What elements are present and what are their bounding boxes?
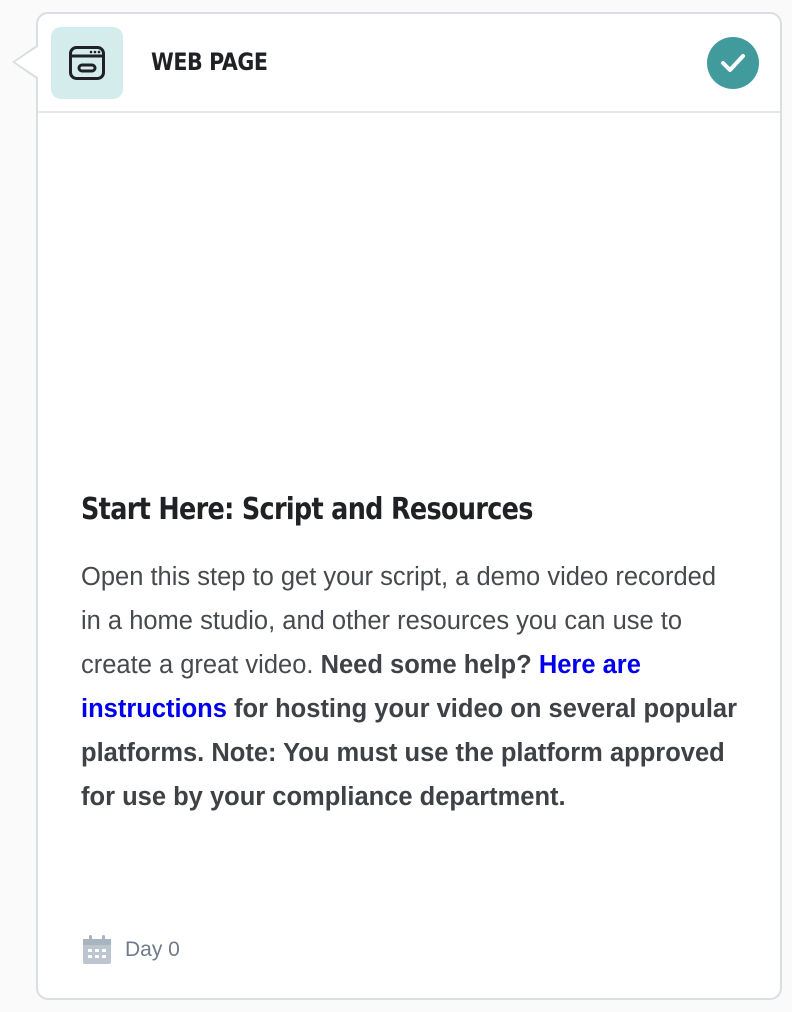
step-type-label: WEB PAGE (151, 48, 268, 76)
day-label: Day 0 (125, 938, 180, 961)
step-header: WEB PAGE (38, 14, 780, 113)
help-prompt: Need some help? (320, 651, 532, 679)
step-description: Open this step to get your script, a dem… (81, 555, 741, 819)
check-icon (721, 54, 745, 72)
completed-badge (707, 37, 759, 89)
calendar-icon (83, 935, 111, 964)
card-pointer-fill (15, 46, 39, 78)
step-type-tile (51, 27, 123, 99)
step-footer: Day 0 (81, 934, 180, 966)
browser-window-icon (69, 46, 105, 80)
step-card[interactable]: WEB PAGE Start Here: Script and Resource… (15, 12, 782, 1000)
step-title: Start Here: Script and Resources (81, 492, 533, 527)
